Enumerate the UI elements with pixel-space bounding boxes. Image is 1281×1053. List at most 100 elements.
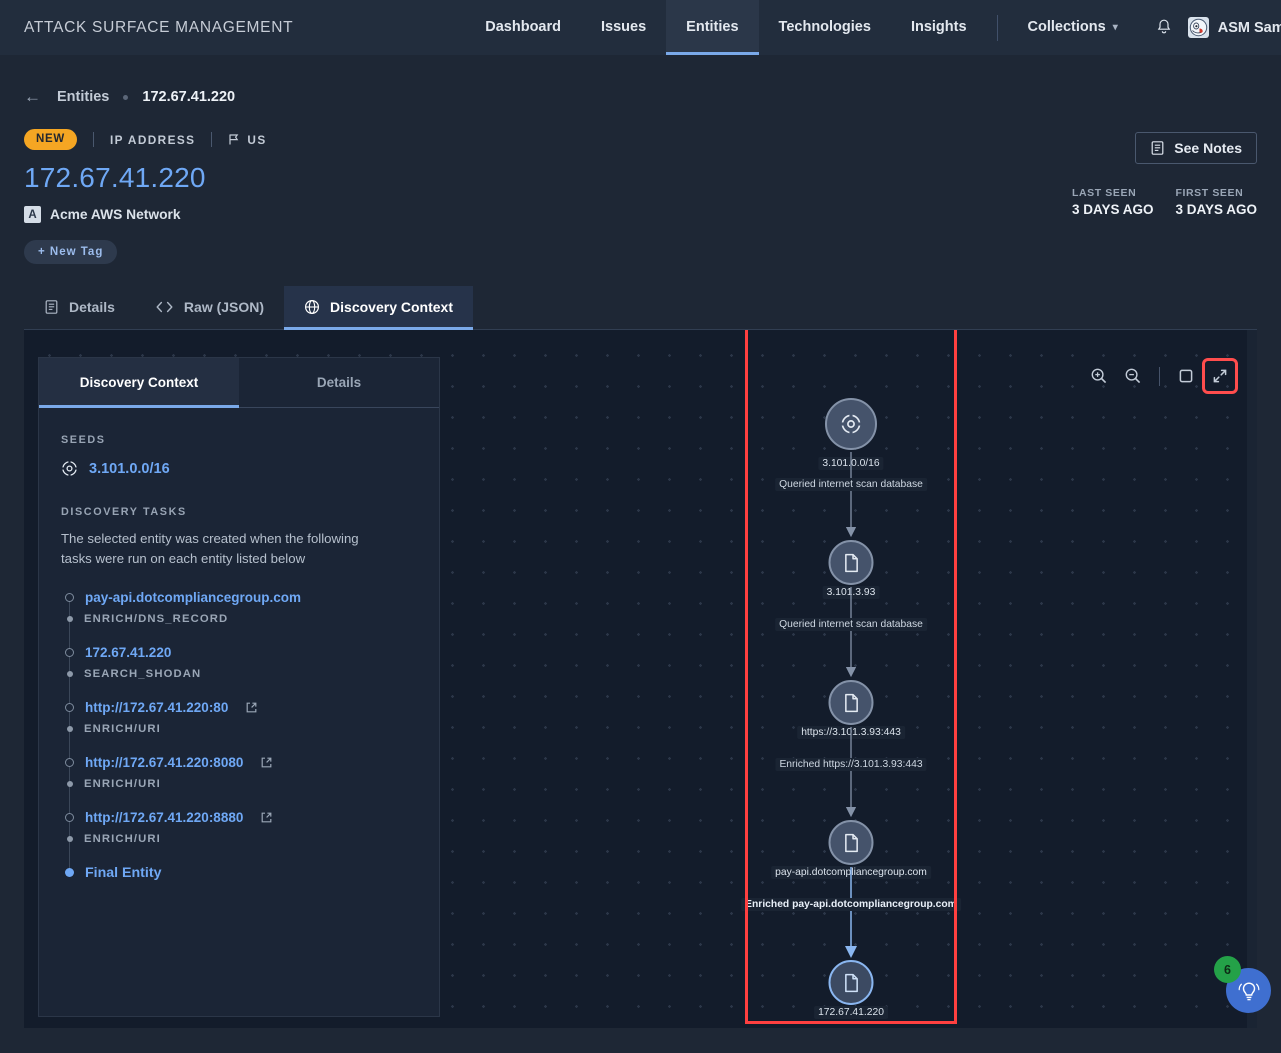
task-dot-icon bbox=[67, 615, 73, 622]
last-seen-block: LAST SEEN 3 DAYS AGO bbox=[1072, 187, 1154, 217]
entity-type-label: IP ADDRESS bbox=[109, 132, 196, 147]
target-icon bbox=[61, 460, 78, 477]
list-item: pay-api.dotcompliancegroup.com ENRICH/DN… bbox=[65, 590, 417, 625]
globe-icon bbox=[305, 299, 320, 315]
task-dot-icon bbox=[67, 835, 73, 842]
last-seen-label: LAST SEEN bbox=[1071, 187, 1137, 199]
task-entity-link[interactable]: http://172.67.41.220:8880 bbox=[85, 810, 243, 825]
first-seen-label: FIRST SEEN bbox=[1175, 187, 1244, 199]
seed-row: 3.101.0.0/16 bbox=[61, 460, 417, 477]
nav-item-insights[interactable]: Insights bbox=[891, 0, 987, 55]
toolbar-divider bbox=[1159, 366, 1160, 386]
discovery-tasks-description: The selected entity was created when the… bbox=[61, 531, 359, 567]
graph-edge-label: Enriched https://3.101.3.93:443 bbox=[775, 758, 927, 771]
tab-discovery-context-label: Discovery Context bbox=[330, 299, 453, 315]
discovery-graph[interactable]: 3.101.0.0/16 Queried internet scan datab… bbox=[741, 330, 961, 1028]
panel-tabs: Discovery Context Details bbox=[39, 358, 439, 408]
task-entity-row: http://172.67.41.220:80 bbox=[65, 700, 417, 715]
task-type-row: ENRICH/URI bbox=[65, 778, 417, 790]
list-item: http://172.67.41.220:80 ENRICH/URI bbox=[65, 700, 417, 735]
task-type-row: ENRICH/DNS_RECORD bbox=[65, 613, 417, 625]
external-link-icon[interactable] bbox=[260, 811, 273, 824]
breadcrumb-separator-dot bbox=[123, 94, 129, 100]
task-ring-icon bbox=[65, 757, 74, 767]
nav-item-collections[interactable]: Collections ▾ bbox=[1008, 0, 1138, 55]
task-entity-link[interactable]: 172.67.41.220 bbox=[85, 645, 171, 660]
primary-nav: Dashboard Issues Entities Technologies I… bbox=[465, 0, 1281, 55]
tab-raw-json-label: Raw (JSON) bbox=[183, 299, 265, 315]
graph-edge-label: Queried internet scan database bbox=[775, 618, 927, 631]
fit-view-button[interactable] bbox=[1171, 361, 1201, 391]
task-entity-link[interactable]: http://172.67.41.220:8080 bbox=[85, 755, 243, 770]
breadcrumb-parent-link[interactable]: Entities bbox=[57, 89, 109, 105]
zoom-in-button[interactable] bbox=[1084, 361, 1114, 391]
nav-divider bbox=[996, 14, 998, 41]
details-icon bbox=[45, 300, 58, 314]
zoom-in-icon bbox=[1091, 368, 1107, 384]
network-name: Acme AWS Network bbox=[50, 207, 181, 222]
graph-edge-label-highlighted: Enriched pay-api.dotcompliancegroup.com bbox=[741, 898, 961, 911]
tab-details[interactable]: Details bbox=[24, 286, 135, 330]
task-dot-icon bbox=[67, 780, 73, 787]
panel-tab-discovery-context[interactable]: Discovery Context bbox=[39, 358, 239, 408]
flag-icon bbox=[228, 133, 240, 146]
first-seen-block: FIRST SEEN 3 DAYS AGO bbox=[1175, 187, 1257, 217]
meta-divider bbox=[92, 132, 94, 147]
last-seen-value: 3 DAYS AGO bbox=[1071, 202, 1154, 217]
help-insights-button[interactable]: 6 bbox=[1214, 956, 1271, 1013]
expand-icon bbox=[1213, 369, 1227, 383]
final-entity-label[interactable]: Final Entity bbox=[85, 865, 161, 881]
fit-view-icon bbox=[1179, 369, 1193, 383]
list-item: http://172.67.41.220:8880 ENRICH/URI bbox=[65, 810, 417, 845]
zoom-out-icon bbox=[1125, 368, 1141, 384]
chevron-down-icon: ▾ bbox=[1112, 22, 1118, 33]
seed-link[interactable]: 3.101.0.0/16 bbox=[89, 461, 170, 477]
tab-discovery-context[interactable]: Discovery Context bbox=[284, 286, 473, 330]
task-ring-icon bbox=[65, 592, 74, 602]
project-name: ASM Sample Project bbox=[1217, 19, 1281, 36]
graph-edges bbox=[845, 452, 857, 958]
tab-details-label: Details bbox=[69, 299, 115, 315]
task-dot-icon bbox=[67, 670, 73, 677]
first-seen-value: 3 DAYS AGO bbox=[1175, 202, 1257, 217]
add-tag-button[interactable]: + New Tag bbox=[24, 240, 118, 264]
discovery-context-canvas: Discovery Context Details SEEDS 3.101.0.… bbox=[24, 330, 1257, 1028]
graph-toolbar bbox=[1079, 357, 1240, 395]
panel-body: SEEDS 3.101.0.0/16 DISCOVERY TASKS The s… bbox=[39, 408, 439, 881]
panel-tab-details[interactable]: Details bbox=[239, 358, 439, 408]
back-arrow-icon[interactable]: ← bbox=[24, 87, 41, 107]
nav-item-collections-label: Collections bbox=[1027, 19, 1106, 35]
task-entity-row: http://172.67.41.220:8880 bbox=[65, 810, 417, 825]
vertical-scrollbar[interactable] bbox=[1247, 330, 1257, 1028]
notifications-button[interactable] bbox=[1138, 19, 1188, 36]
task-dot-icon bbox=[67, 725, 73, 732]
nav-item-entities[interactable]: Entities bbox=[666, 0, 759, 55]
app-brand-title: ATTACK SURFACE MANAGEMENT bbox=[24, 18, 294, 36]
external-link-icon[interactable] bbox=[245, 701, 258, 714]
project-selector[interactable]: ASM Sample Project ▾ bbox=[1187, 17, 1281, 38]
discovery-context-panel: Discovery Context Details SEEDS 3.101.0.… bbox=[38, 357, 440, 1017]
avatar-mascot-icon bbox=[1189, 18, 1207, 37]
seen-timestamps: LAST SEEN 3 DAYS AGO FIRST SEEN 3 DAYS A… bbox=[1072, 187, 1257, 217]
task-type-label: ENRICH/URI bbox=[84, 722, 161, 735]
task-entity-link[interactable]: http://172.67.41.220:80 bbox=[85, 700, 228, 715]
notes-icon bbox=[1151, 141, 1164, 155]
list-item: http://172.67.41.220:8080 ENRICH/URI bbox=[65, 755, 417, 790]
final-entity-dot-icon bbox=[65, 868, 74, 878]
external-link-icon[interactable] bbox=[260, 756, 273, 769]
task-entity-link[interactable]: pay-api.dotcompliancegroup.com bbox=[85, 590, 301, 605]
expand-button[interactable] bbox=[1202, 358, 1238, 394]
see-notes-button[interactable]: See Notes bbox=[1135, 132, 1257, 164]
task-ring-icon bbox=[65, 702, 74, 712]
entity-tabs: Details Raw (JSON) Discovery Context bbox=[24, 286, 1257, 330]
final-entity-row: Final Entity bbox=[65, 865, 417, 881]
bell-icon bbox=[1157, 19, 1170, 34]
zoom-out-button[interactable] bbox=[1118, 361, 1148, 391]
task-type-row: ENRICH/URI bbox=[65, 723, 417, 735]
nav-item-issues[interactable]: Issues bbox=[581, 0, 666, 55]
nav-item-technologies[interactable]: Technologies bbox=[759, 0, 891, 55]
task-type-label: SEARCH_SHODAN bbox=[84, 667, 202, 680]
tab-raw-json[interactable]: Raw (JSON) bbox=[135, 286, 284, 330]
nav-item-dashboard[interactable]: Dashboard bbox=[465, 0, 581, 55]
discovery-task-list: pay-api.dotcompliancegroup.com ENRICH/DN… bbox=[61, 590, 417, 881]
